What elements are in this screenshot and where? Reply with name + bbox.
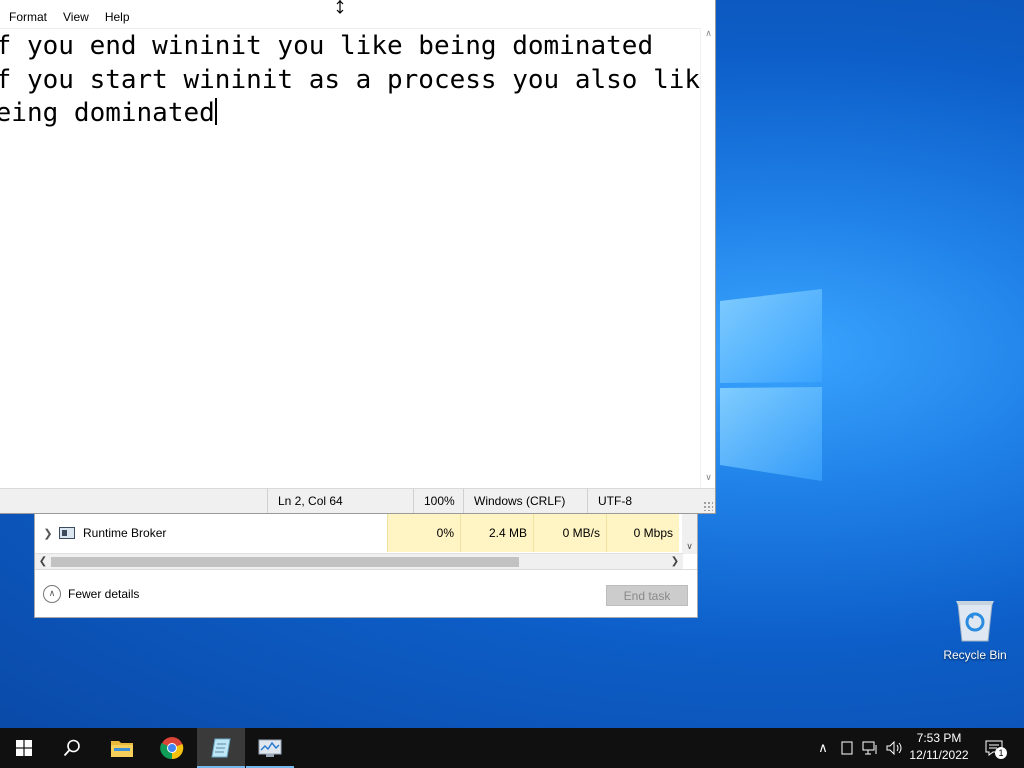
network-icon — [862, 741, 877, 755]
line-ending: Windows (CRLF) — [463, 489, 588, 513]
clock-date: 12/11/2022 — [909, 748, 969, 762]
touch-keyboard-button[interactable] — [838, 728, 856, 768]
horizontal-scrollbar[interactable]: ❮ ❯ — [35, 553, 683, 569]
encoding: UTF-8 — [587, 489, 703, 513]
file-explorer-button[interactable] — [98, 728, 146, 768]
start-button[interactable] — [0, 728, 48, 768]
process-list-scrollbar[interactable]: ∨ — [682, 514, 697, 554]
scroll-track[interactable] — [51, 556, 667, 568]
process-name: Runtime Broker — [83, 526, 167, 540]
memory-cell: 2.4 MB — [460, 514, 533, 552]
fewer-details-label: Fewer details — [68, 586, 140, 601]
notepad-window: Format View Help if you end wininit you … — [0, 0, 716, 514]
menu-bar: Format View Help — [0, 0, 715, 28]
recycle-bin-icon — [956, 601, 994, 642]
clock-time: 7:53 PM — [916, 731, 962, 745]
scroll-up-icon[interactable]: ∧ — [701, 28, 716, 44]
menu-view[interactable]: View — [55, 10, 97, 24]
scroll-left-icon[interactable]: ❮ — [35, 556, 51, 567]
notepad-icon — [211, 738, 231, 758]
volume-button[interactable] — [884, 728, 904, 768]
move-cursor-icon — [336, 0, 344, 14]
cpu-cell: 0% — [387, 514, 460, 552]
vertical-scrollbar[interactable]: ∧ ∨ — [700, 28, 715, 488]
chevron-up-icon: ∧ — [818, 740, 828, 755]
chevron-right-icon[interactable]: ❯ — [37, 527, 59, 540]
file-explorer-icon — [111, 741, 133, 757]
network-cell: 0 Mbps — [606, 514, 679, 552]
end-task-button[interactable]: End task — [606, 585, 688, 606]
text-line-text: being dominated — [0, 98, 215, 128]
fewer-details-button[interactable]: ∧ Fewer details — [43, 584, 140, 603]
chrome-icon — [160, 737, 184, 760]
tablet-icon — [841, 741, 853, 755]
text-caret — [214, 98, 217, 125]
task-manager-taskbar-button[interactable] — [246, 728, 294, 768]
notepad-taskbar-button[interactable] — [197, 728, 245, 768]
menu-format[interactable]: Format — [0, 10, 55, 24]
recycle-bin-label: Recycle Bin — [943, 648, 1007, 662]
disk-cell: 0 MB/s — [533, 514, 606, 552]
taskbar: ∧ 7:53 PM 12/11/2022 — [0, 728, 1024, 768]
recycle-bin[interactable]: Recycle Bin — [938, 598, 1012, 672]
search-button[interactable] — [48, 728, 96, 768]
chevron-down-icon[interactable]: ∨ — [686, 541, 693, 552]
task-manager-footer: ∧ Fewer details End task — [35, 569, 697, 617]
runtime-broker-icon — [59, 527, 75, 539]
status-bar: Ln 2, Col 64 100% Windows (CRLF) UTF-8 — [0, 488, 715, 513]
process-row[interactable]: ❯ Runtime Broker 0% 2.4 MB 0 MB/s 0 Mbps — [35, 514, 683, 552]
task-manager-icon — [258, 739, 282, 757]
chevron-up-circle-icon: ∧ — [43, 584, 61, 603]
chrome-button[interactable] — [148, 728, 196, 768]
scroll-thumb[interactable] — [51, 556, 519, 567]
task-manager-window: ❯ Runtime Broker 0% 2.4 MB 0 MB/s 0 Mbps… — [34, 505, 698, 618]
windows-start-icon — [16, 740, 32, 756]
scroll-down-icon[interactable]: ∨ — [701, 472, 716, 488]
speaker-icon — [886, 741, 902, 755]
resize-grip-icon[interactable] — [703, 501, 713, 511]
windows-logo-wallpaper — [720, 289, 822, 481]
notification-count-badge: 1 — [995, 747, 1007, 759]
text-line: if you start wininit as a process you al… — [0, 64, 700, 95]
text-line-last: being dominated — [0, 97, 700, 131]
text-line: if you end wininit you like being domina… — [0, 31, 654, 61]
system-clock[interactable]: 7:53 PM 12/11/2022 — [904, 730, 974, 766]
cursor-position: Ln 2, Col 64 — [267, 489, 414, 513]
text-editor[interactable]: if you end wininit you like being domina… — [0, 28, 700, 488]
menu-help[interactable]: Help — [97, 10, 138, 24]
network-button[interactable] — [860, 728, 882, 768]
show-hidden-icons-button[interactable]: ∧ — [814, 728, 832, 768]
editor-content: if you end wininit you like being domina… — [0, 30, 700, 131]
zoom-level: 100% — [413, 489, 464, 513]
scroll-right-icon[interactable]: ❯ — [667, 556, 683, 567]
search-icon — [63, 739, 80, 757]
